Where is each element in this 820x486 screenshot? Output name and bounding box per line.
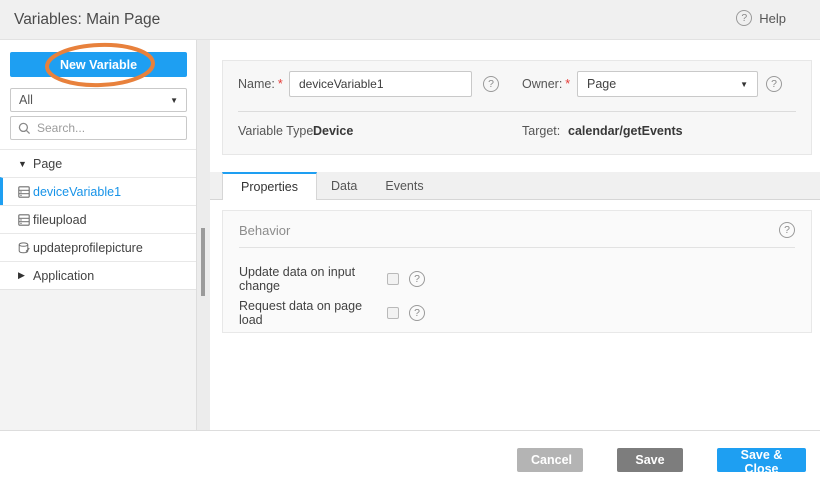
behavior-section: Behavior ? Update data on input change ?…: [222, 210, 812, 333]
chevron-expanded-icon: ▼: [18, 159, 33, 169]
search-input[interactable]: [37, 121, 179, 135]
behavior-title: Behavior: [239, 223, 290, 238]
variable-filter-select[interactable]: All ▼: [10, 88, 187, 112]
variables-dialog: Variables: Main Page ? Help New Variable…: [0, 0, 820, 486]
detail-tabbar: Properties Data Events: [210, 172, 820, 200]
question-circle-icon: ?: [736, 10, 752, 26]
save-button[interactable]: Save: [617, 448, 683, 472]
dialog-header: Variables: Main Page ? Help: [0, 0, 820, 40]
option-help-icon[interactable]: ?: [409, 305, 425, 321]
chevron-down-icon: ▼: [740, 80, 748, 89]
tree-group-label: Application: [33, 269, 94, 283]
name-label: Name:*: [238, 77, 283, 91]
target-value: calendar/getEvents: [568, 124, 683, 138]
option-label: Update data on input change: [239, 265, 387, 293]
variable-tree: ▼ Page deviceVariable1 fileupload updat: [0, 149, 196, 290]
variable-search: [10, 116, 187, 140]
filter-selected-value: All: [19, 93, 33, 107]
option-update-on-input-change: Update data on input change ?: [239, 269, 795, 289]
tree-group-label: Page: [33, 157, 62, 171]
name-input[interactable]: [289, 71, 472, 97]
variable-summary-form: Name:* ? Owner:* Page ▼ ? Variable Type:…: [222, 60, 812, 155]
owner-select[interactable]: Page ▼: [577, 71, 758, 97]
footer-buttons: Cancel Save Save & Close: [517, 448, 806, 472]
owner-help-icon[interactable]: ?: [766, 76, 782, 92]
tree-item-label: fileupload: [33, 213, 87, 227]
tab-events[interactable]: Events: [371, 172, 437, 199]
tab-properties[interactable]: Properties: [222, 172, 317, 200]
name-help-icon[interactable]: ?: [483, 76, 499, 92]
variables-sidebar: New Variable All ▼ ▼ Page deviceVariable…: [0, 40, 197, 430]
dialog-footer: Cancel Save Save & Close: [0, 430, 820, 486]
form-row-2: Variable Type: Device Target: calendar/g…: [223, 121, 811, 141]
tree-item-updateprofilepicture[interactable]: updateprofilepicture: [0, 233, 196, 261]
help-label: Help: [759, 11, 786, 26]
scrollbar-thumb[interactable]: [201, 228, 205, 296]
option-help-icon[interactable]: ?: [409, 271, 425, 287]
chevron-down-icon: ▼: [170, 96, 178, 105]
tree-item-label: deviceVariable1: [33, 185, 121, 199]
request-data-checkbox[interactable]: [387, 307, 399, 319]
option-label: Request data on page load: [239, 299, 387, 327]
tree-group-page[interactable]: ▼ Page: [0, 149, 196, 177]
new-variable-button[interactable]: New Variable: [10, 52, 187, 77]
update-data-checkbox[interactable]: [387, 273, 399, 285]
device-variable-icon: [18, 186, 33, 198]
service-variable-icon: [18, 242, 33, 254]
tab-data[interactable]: Data: [317, 172, 371, 199]
cancel-button[interactable]: Cancel: [517, 448, 583, 472]
behavior-help-icon[interactable]: ?: [779, 222, 795, 238]
behavior-divider: [239, 247, 795, 248]
option-request-on-page-load: Request data on page load ?: [239, 303, 795, 323]
target-label: Target:: [522, 124, 560, 138]
chevron-collapsed-icon: ▶: [18, 270, 33, 281]
form-divider: [238, 111, 796, 112]
help-button[interactable]: ? Help: [736, 10, 786, 26]
sidebar-empty-area: [0, 290, 196, 430]
save-close-button[interactable]: Save & Close: [717, 448, 806, 472]
device-variable-icon: [18, 214, 33, 226]
sidebar-scrollbar[interactable]: [197, 40, 210, 430]
search-icon: [18, 122, 31, 135]
form-row-1: Name:* ? Owner:* Page ▼ ?: [223, 71, 811, 97]
variable-detail-panel: Name:* ? Owner:* Page ▼ ? Variable Type:…: [210, 40, 820, 430]
owner-label: Owner:*: [522, 77, 570, 91]
tree-item-label: updateprofilepicture: [33, 241, 143, 255]
required-asterisk: *: [278, 77, 283, 91]
tree-group-application[interactable]: ▶ Application: [0, 261, 196, 289]
tree-item-fileupload[interactable]: fileupload: [0, 205, 196, 233]
variable-type-label: Variable Type:: [238, 124, 317, 138]
owner-selected-value: Page: [587, 77, 616, 91]
tree-item-devicevariable1[interactable]: deviceVariable1: [0, 177, 196, 205]
page-title: Variables: Main Page: [14, 11, 160, 29]
required-asterisk: *: [565, 77, 570, 91]
variable-type-value: Device: [313, 124, 353, 138]
